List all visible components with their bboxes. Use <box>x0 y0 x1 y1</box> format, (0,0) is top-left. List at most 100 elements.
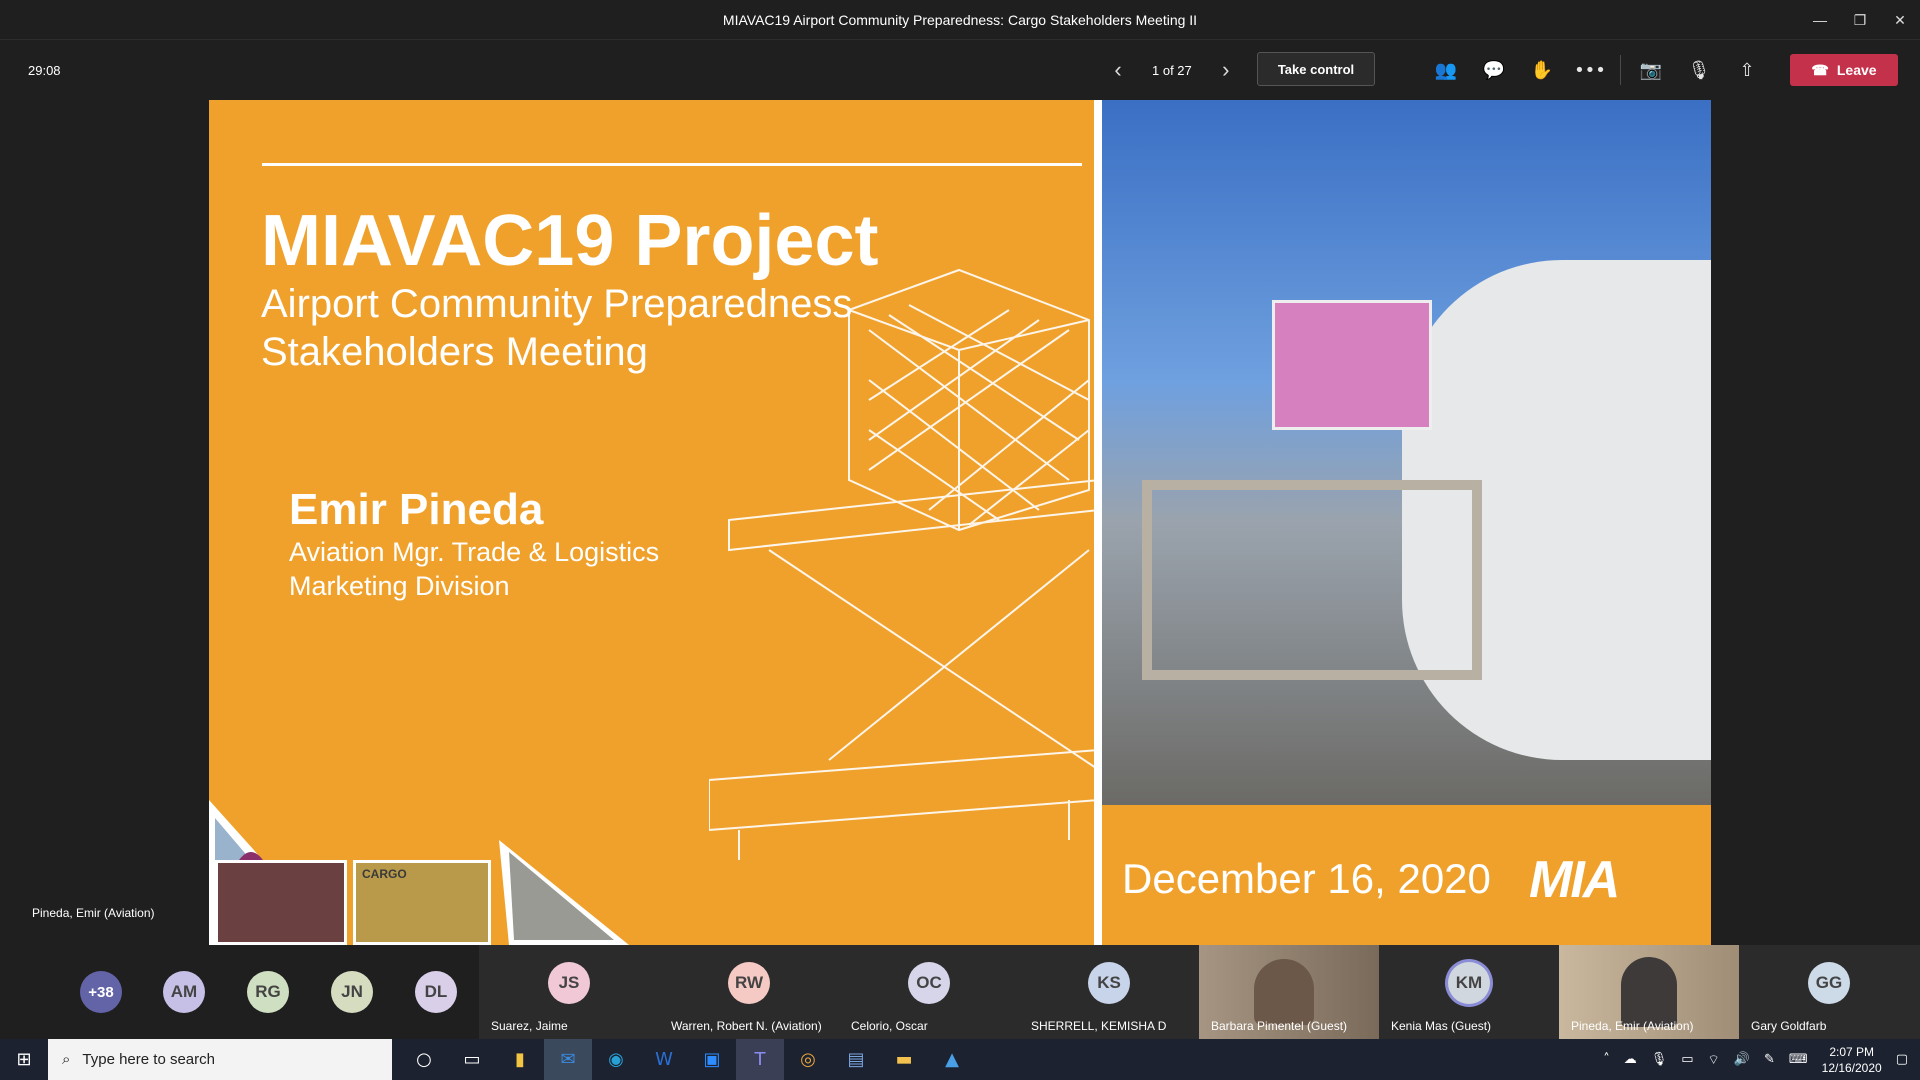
window-titlebar: MIAVAC19 Airport Community Preparedness:… <box>0 0 1920 40</box>
edge-icon[interactable]: ◉ <box>592 1039 640 1080</box>
outlook-icon[interactable]: ✉ <box>544 1039 592 1080</box>
pen-icon[interactable]: ✎ <box>1764 1052 1775 1067</box>
cortana-icon[interactable]: ○ <box>400 1039 448 1080</box>
toolbar-icons: 👥 💬 ✋ ••• 📷 🎙 ⇧ <box>1422 40 1771 100</box>
slide-divider <box>1094 100 1102 945</box>
leave-button[interactable]: ☎ Leave <box>1790 54 1898 86</box>
mia-logo: MIA <box>1529 851 1620 909</box>
notification-icon[interactable]: ▢ <box>1896 1052 1908 1067</box>
phone-icon: ☎ <box>1811 61 1829 78</box>
role-line: Marketing Division <box>289 571 510 601</box>
volume-icon[interactable]: 🔊 <box>1734 1052 1750 1067</box>
page-indicator: 1 of 27 <box>1152 62 1192 78</box>
participant-name: Suarez, Jaime <box>491 1019 568 1033</box>
participant-video <box>1254 959 1314 1025</box>
avatar: KS <box>1088 962 1130 1004</box>
people-icon[interactable]: 👥 <box>1422 40 1470 100</box>
system-tray: ˄ ☁ 🎙 ▭ ⌔ 🔊 ✎ ⌨ 2:07 PM 12/16/2020 ▢ <box>1603 1039 1920 1080</box>
avatar: RW <box>728 962 770 1004</box>
avatar[interactable]: DL <box>415 971 457 1013</box>
presenter-caption: Pineda, Emir (Aviation) <box>32 906 155 920</box>
presentation-stage: MIAVAC19 Project Airport Community Prepa… <box>0 100 1920 945</box>
wifi-icon[interactable]: ⌔ <box>1708 1052 1720 1068</box>
file-icon[interactable]: ▮ <box>496 1039 544 1080</box>
slide-navigation: ‹ 1 of 27 › <box>1108 40 1236 100</box>
participant-name: Celorio, Oscar <box>851 1019 928 1033</box>
clock-time: 2:07 PM <box>1829 1044 1875 1059</box>
participant-tile[interactable]: GG Gary Goldfarb <box>1739 945 1920 1039</box>
leave-label: Leave <box>1836 62 1877 78</box>
take-control-button[interactable]: Take control <box>1257 52 1375 86</box>
thumbnail-cargo-label: CARGO <box>362 867 407 881</box>
avatar[interactable]: RG <box>247 971 289 1013</box>
explorer-icon[interactable]: ▬ <box>880 1039 928 1080</box>
participant-tile[interactable]: RW Warren, Robert N. (Aviation) <box>659 945 839 1039</box>
word-icon[interactable]: W <box>640 1039 688 1080</box>
participant-tile[interactable]: OC Celorio, Oscar <box>839 945 1019 1039</box>
teams-icon[interactable]: T <box>736 1039 784 1080</box>
avatar[interactable]: JN <box>331 971 373 1013</box>
avatar: JS <box>548 962 590 1004</box>
chrome-icon[interactable]: ◎ <box>784 1039 832 1080</box>
taskbar-search[interactable]: ⌕ Type here to search <box>48 1039 392 1080</box>
next-slide-icon[interactable]: › <box>1216 57 1236 83</box>
role-line: Aviation Mgr. Trade & Logistics <box>289 537 660 567</box>
mic-off-icon[interactable]: 🎙 <box>1675 40 1723 100</box>
taskbar-clock[interactable]: 2:07 PM 12/16/2020 <box>1822 1044 1882 1076</box>
cargo-pallet-illustration <box>709 268 1099 860</box>
avatar[interactable]: AM <box>163 971 205 1013</box>
participant-name: Barbara Pimentel (Guest) <box>1211 1019 1348 1033</box>
slide-date: December 16, 2020 <box>1122 855 1491 902</box>
participant-name: Gary Goldfarb <box>1751 1019 1827 1033</box>
shared-slide: MIAVAC19 Project Airport Community Prepa… <box>209 100 1711 945</box>
more-icon[interactable]: ••• <box>1566 40 1614 100</box>
previous-slide-icon[interactable]: ‹ <box>1108 57 1128 83</box>
participant-name: Warren, Robert N. (Aviation) <box>671 1019 822 1033</box>
photos-icon[interactable]: ▲ <box>928 1039 976 1080</box>
meeting-toolbar: 29:08 ‹ 1 of 27 › Take control 👥 💬 ✋ •••… <box>0 40 1920 100</box>
participant-tile[interactable]: KS SHERRELL, KEMISHA D <box>1019 945 1199 1039</box>
onedrive-icon[interactable]: ☁ <box>1624 1052 1637 1067</box>
participant-name: SHERRELL, KEMISHA D <box>1031 1019 1167 1033</box>
restore-button[interactable]: ❐ <box>1840 0 1880 40</box>
cargo-photo <box>1102 100 1711 805</box>
presenter-role: Aviation Mgr. Trade & Logistics Marketin… <box>289 535 659 603</box>
microphone-icon[interactable]: 🎙 <box>1651 1052 1668 1067</box>
participant-video-tile[interactable]: Pineda, Emir (Aviation) <box>1559 945 1739 1039</box>
cargo-stack <box>1272 300 1432 430</box>
participant-tile[interactable]: JS Suarez, Jaime <box>479 945 659 1039</box>
keyboard-icon[interactable]: ⌨ <box>1789 1052 1808 1067</box>
presenter-name: Emir Pineda <box>289 485 544 534</box>
overflow-count[interactable]: +38 <box>80 971 122 1013</box>
clock-date: 12/16/2020 <box>1821 1060 1882 1075</box>
slide-rule <box>262 163 1082 166</box>
participant-name: Kenia Mas (Guest) <box>1391 1019 1492 1033</box>
meeting-timer: 29:08 <box>28 62 61 78</box>
camera-off-icon[interactable]: 📷 <box>1627 40 1675 100</box>
battery-icon[interactable]: ▭ <box>1681 1052 1693 1067</box>
chevron-up-icon[interactable]: ˄ <box>1603 1052 1610 1067</box>
chat-icon[interactable]: 💬 <box>1470 40 1518 100</box>
participant-video-tile[interactable]: Barbara Pimentel (Guest) <box>1199 945 1379 1039</box>
raise-hand-icon[interactable]: ✋ <box>1518 40 1566 100</box>
avatar: KM <box>1448 962 1490 1004</box>
app-icon[interactable]: ▤ <box>832 1039 880 1080</box>
slide-thumbnails: CARGO <box>209 800 629 945</box>
search-placeholder: Type here to search <box>82 1051 215 1068</box>
window-title: MIAVAC19 Airport Community Preparedness:… <box>722 11 1198 28</box>
windows-start-icon[interactable]: ⊞ <box>0 1039 48 1080</box>
windows-taskbar: ⊞ ⌕ Type here to search ○ ▭ ▮ ✉ ◉ W ▣ T … <box>0 1039 1920 1080</box>
participant-name: Pineda, Emir (Aviation) <box>1571 1019 1694 1033</box>
avatar: GG <box>1808 962 1850 1004</box>
toolbar-divider <box>1620 55 1621 85</box>
share-icon[interactable]: ⇧ <box>1723 40 1771 100</box>
taskbar-apps: ○ ▭ ▮ ✉ ◉ W ▣ T ◎ ▤ ▬ ▲ <box>400 1039 976 1080</box>
task-view-icon[interactable]: ▭ <box>448 1039 496 1080</box>
minimize-button[interactable]: — <box>1800 0 1840 40</box>
close-button[interactable]: ✕ <box>1880 0 1920 40</box>
avatar: OC <box>908 962 950 1004</box>
zoom-icon[interactable]: ▣ <box>688 1039 736 1080</box>
cargo-loader <box>1142 480 1482 680</box>
participant-tile[interactable]: KM Kenia Mas (Guest) <box>1379 945 1559 1039</box>
thumbnail-cargo: CARGO <box>353 860 491 945</box>
